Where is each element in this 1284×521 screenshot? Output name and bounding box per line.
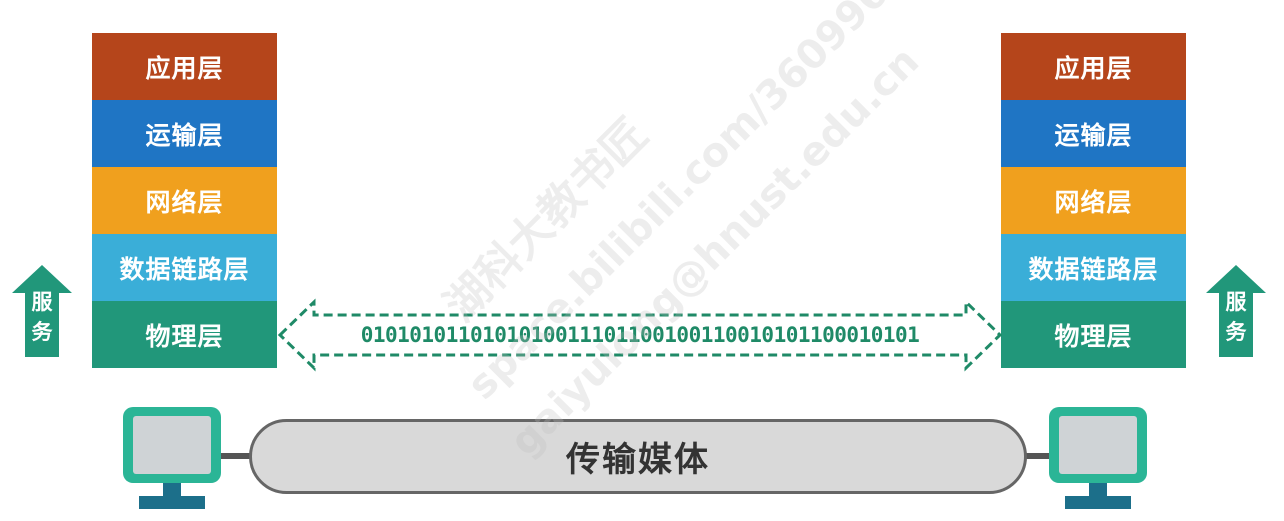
left-computer-icon: [123, 407, 221, 512]
right-cable: [1025, 453, 1051, 459]
right-computer-icon: [1049, 407, 1147, 512]
bitstream-text: 0101010110101010011101100100110010101100…: [360, 323, 920, 347]
transmission-medium: 传输媒体: [249, 419, 1027, 494]
left-cable: [221, 453, 251, 459]
